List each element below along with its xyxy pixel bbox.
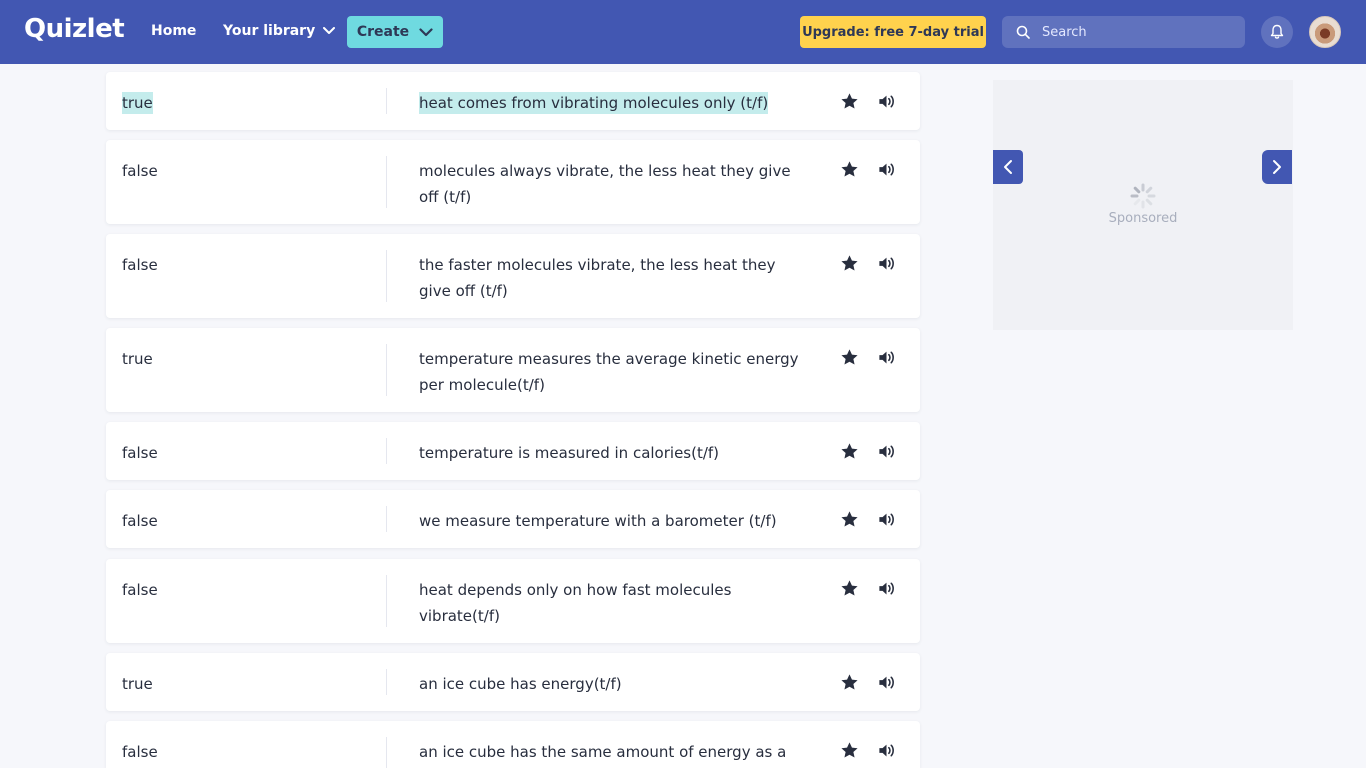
term-card: true an ice cube has energy(t/f) — [106, 653, 920, 711]
card-divider — [386, 438, 387, 464]
card-divider — [386, 156, 387, 208]
term-card: false heat depends only on how fast mole… — [106, 559, 920, 643]
star-icon[interactable] — [840, 579, 859, 598]
chevron-right-icon — [1273, 160, 1281, 174]
term-card: false molecules always vibrate, the less… — [106, 140, 920, 224]
star-icon[interactable] — [840, 741, 859, 760]
audio-speaker-icon[interactable] — [877, 510, 896, 529]
card-divider — [386, 575, 387, 627]
card-definition: temperature measures the average kinetic… — [419, 350, 799, 394]
create-button[interactable]: Create — [347, 16, 443, 48]
card-definition: an ice cube has the same amount of energ… — [419, 743, 787, 761]
card-definition-text: heat comes from vibrating molecules only… — [419, 92, 769, 114]
card-definition: heat comes from vibrating molecules only… — [419, 90, 804, 116]
card-definition: molecules always vibrate, the less heat … — [419, 162, 791, 206]
audio-speaker-icon[interactable] — [877, 92, 896, 111]
card-divider — [386, 737, 387, 768]
card-divider — [386, 669, 387, 695]
chevron-down-icon — [419, 27, 433, 36]
star-icon[interactable] — [840, 442, 859, 461]
audio-speaker-icon[interactable] — [877, 442, 896, 461]
nav-home-link[interactable]: Home — [151, 23, 196, 39]
bell-icon — [1270, 24, 1284, 39]
card-definition: temperature is measured in calories(t/f) — [419, 444, 720, 462]
card-term: false — [122, 256, 158, 274]
audio-speaker-icon[interactable] — [877, 741, 896, 760]
audio-speaker-icon[interactable] — [877, 348, 896, 367]
star-icon[interactable] — [840, 510, 859, 529]
star-icon[interactable] — [840, 254, 859, 273]
card-definition: we measure temperature with a barometer … — [419, 512, 777, 530]
star-icon[interactable] — [840, 348, 859, 367]
search-input[interactable] — [1040, 23, 1234, 41]
term-card: true heat comes from vibrating molecules… — [106, 72, 920, 130]
card-divider — [386, 506, 387, 532]
card-definition: an ice cube has energy(t/f) — [419, 675, 622, 693]
card-term-text: true — [122, 92, 153, 114]
ad-next-button[interactable] — [1262, 150, 1292, 184]
loading-spinner-icon — [1130, 183, 1156, 209]
chevron-left-icon — [1004, 160, 1012, 174]
audio-speaker-icon[interactable] — [877, 254, 896, 273]
sponsored-label: Sponsored — [1108, 211, 1178, 226]
top-navigation-bar: Quizlet Home Your library Create Upgrade… — [0, 0, 1366, 64]
star-icon[interactable] — [840, 160, 859, 179]
ad-previous-button[interactable] — [993, 150, 1023, 184]
card-divider — [386, 344, 387, 396]
card-term: false — [122, 581, 158, 599]
card-divider — [386, 88, 387, 114]
sponsored-ad-panel: Sponsored — [993, 80, 1293, 330]
quizlet-logo[interactable]: Quizlet — [24, 14, 125, 44]
term-card: false an ice cube has the same amount of… — [106, 721, 920, 768]
card-term: true — [122, 350, 153, 368]
chevron-down-icon — [323, 27, 336, 34]
card-divider — [386, 250, 387, 302]
search-box[interactable] — [1002, 16, 1245, 48]
term-card: false temperature is measured in calorie… — [106, 422, 920, 480]
card-term: false — [122, 512, 158, 530]
search-icon — [1016, 25, 1030, 39]
audio-speaker-icon[interactable] — [877, 673, 896, 692]
card-term: false — [122, 162, 158, 180]
card-term: true — [122, 90, 153, 116]
term-card: true temperature measures the average ki… — [106, 328, 920, 412]
user-avatar[interactable] — [1309, 16, 1341, 48]
star-icon[interactable] — [840, 673, 859, 692]
notifications-button[interactable] — [1261, 16, 1293, 48]
term-card: false we measure temperature with a baro… — [106, 490, 920, 548]
audio-speaker-icon[interactable] — [877, 579, 896, 598]
card-term: false — [122, 444, 158, 462]
star-icon[interactable] — [840, 92, 859, 111]
nav-home-label: Home — [151, 23, 197, 39]
card-term: true — [122, 675, 153, 693]
card-definition: heat depends only on how fast molecules … — [419, 581, 732, 625]
upgrade-button[interactable]: Upgrade: free 7-day trial — [800, 16, 986, 48]
create-button-label: Create — [356, 24, 410, 40]
nav-your-library-label: Your library — [223, 23, 316, 39]
card-definition: the faster molecules vibrate, the less h… — [419, 256, 776, 300]
card-term: false — [122, 743, 158, 761]
nav-your-library-dropdown[interactable]: Your library — [223, 23, 336, 39]
term-card: false the faster molecules vibrate, the … — [106, 234, 920, 318]
audio-speaker-icon[interactable] — [877, 160, 896, 179]
